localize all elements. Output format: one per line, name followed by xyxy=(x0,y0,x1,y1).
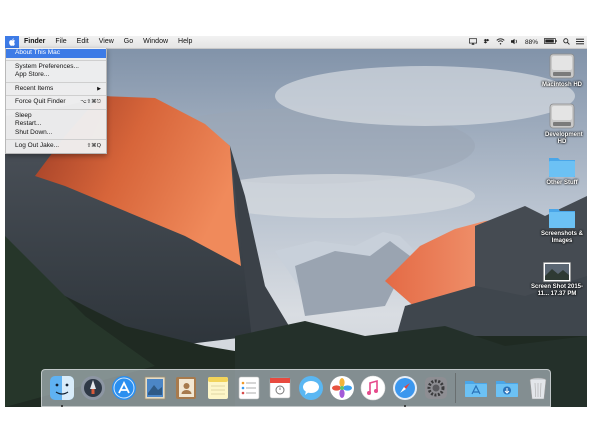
menu-item-label: Shut Down... xyxy=(15,128,53,136)
mail-stamp-icon[interactable] xyxy=(142,375,168,401)
apple-menu-button[interactable] xyxy=(5,36,19,48)
menu-item-about-this-mac[interactable]: About This Mac xyxy=(6,49,106,58)
menu-item-label: System Preferences... xyxy=(15,62,79,70)
menu-file[interactable]: File xyxy=(50,36,71,48)
menu-separator xyxy=(6,139,106,140)
desktop-icon-label: Development HD xyxy=(545,132,583,145)
shortcut-label: ⇧⌘Q xyxy=(86,143,101,149)
menu-item-label: Log Out Jake... xyxy=(15,142,60,149)
apple-menu-dropdown: About This Mac System Preferences... App… xyxy=(5,48,107,154)
menu-help[interactable]: Help xyxy=(173,36,197,48)
calendar-icon[interactable] xyxy=(267,375,293,401)
wifi-icon[interactable] xyxy=(493,37,508,47)
desktop-icon-other-stuff[interactable]: Other Stuff xyxy=(532,154,587,187)
status-area: 88% xyxy=(466,36,587,48)
dock xyxy=(41,369,551,407)
menu-item-force-quit[interactable]: Force Quit Finder ⌥⇧⌘⎋ xyxy=(6,98,106,107)
volume-icon[interactable] xyxy=(508,38,522,47)
submenu-arrow-icon: ▶ xyxy=(97,85,101,92)
system-preferences-icon[interactable] xyxy=(423,375,449,401)
running-indicator xyxy=(60,405,63,407)
desktop-icon-label: Other Stuff xyxy=(546,180,578,186)
menu-item-system-preferences[interactable]: System Preferences... xyxy=(6,63,106,72)
launchpad-icon[interactable] xyxy=(80,375,106,401)
photos-icon[interactable] xyxy=(329,375,355,401)
downloads-folder-icon[interactable] xyxy=(494,375,520,401)
spotlight-search-icon[interactable] xyxy=(560,37,573,47)
menu-finder[interactable]: Finder xyxy=(19,36,50,48)
menu-item-label: App Store... xyxy=(15,71,50,78)
menu-item-recent-items[interactable]: Recent Items ▶ xyxy=(6,85,106,94)
desktop-icon-development-hd[interactable]: Development HD xyxy=(532,102,587,146)
desktop-screen: Finder File Edit View Go Window Help 88% xyxy=(5,36,587,407)
menu-edit[interactable]: Edit xyxy=(72,36,94,48)
menu-window[interactable]: Window xyxy=(138,36,173,48)
airplay-icon[interactable] xyxy=(466,37,480,47)
menu-separator xyxy=(6,81,106,83)
itunes-icon[interactable] xyxy=(360,375,386,401)
battery-percent[interactable]: 88% xyxy=(522,39,541,46)
contacts-icon[interactable] xyxy=(173,375,199,401)
dropbox-icon[interactable] xyxy=(480,38,493,47)
menu-go[interactable]: Go xyxy=(119,36,138,48)
reminders-icon[interactable] xyxy=(236,375,262,401)
menu-item-sleep[interactable]: Sleep xyxy=(6,112,106,121)
menu-item-shut-down[interactable]: Shut Down... xyxy=(6,129,106,138)
desktop-icon-screenshots-images[interactable]: Screenshots & Images xyxy=(532,205,587,245)
hard-drive-icon xyxy=(549,53,575,79)
notes-icon[interactable] xyxy=(205,375,231,401)
messages-icon[interactable] xyxy=(298,375,324,401)
menu-item-app-store[interactable]: App Store... xyxy=(6,71,106,80)
apple-logo-icon xyxy=(8,38,15,46)
menu-item-label: Force Quit Finder xyxy=(15,98,66,105)
trash-icon[interactable] xyxy=(525,375,551,401)
menu-item-restart[interactable]: Restart... xyxy=(6,120,106,129)
notification-center-icon[interactable] xyxy=(573,38,587,47)
hard-drive-icon xyxy=(549,103,575,129)
desktop-icon-screen-shot[interactable]: Screen Shot 2015-11... 17.37 PM xyxy=(527,262,587,298)
menu-view[interactable]: View xyxy=(94,36,119,48)
desktop-icon-label: Screen Shot 2015-11... 17.37 PM xyxy=(530,284,584,297)
safari-icon[interactable] xyxy=(392,375,418,407)
app-store-icon[interactable] xyxy=(111,375,137,401)
applications-folder-icon[interactable] xyxy=(463,375,489,401)
menu-item-label: Recent Items xyxy=(15,84,54,92)
dock-divider xyxy=(455,373,457,403)
menu-separator xyxy=(6,59,106,61)
desktop-icon-label: Macintosh HD xyxy=(541,82,582,88)
menu-item-label: Restart... xyxy=(15,120,42,127)
desktop-icon-macintosh-hd[interactable]: Macintosh HD xyxy=(532,52,587,89)
menu-item-label: Sleep xyxy=(15,111,32,119)
finder-icon[interactable] xyxy=(49,375,75,407)
menu-separator xyxy=(6,108,106,110)
folder-icon xyxy=(549,158,575,177)
folder-icon xyxy=(549,209,575,228)
menu-separator xyxy=(6,95,106,96)
desktop-icon-label: Screenshots & Images xyxy=(540,231,583,244)
battery-icon[interactable] xyxy=(541,38,560,46)
menu-item-log-out[interactable]: Log Out Jake... ⇧⌘Q xyxy=(6,142,106,151)
shortcut-label: ⌥⇧⌘⎋ xyxy=(80,99,101,105)
running-indicator xyxy=(403,405,406,407)
screenshot-file-icon xyxy=(543,262,571,282)
menu-item-label: About This Mac xyxy=(15,49,61,56)
